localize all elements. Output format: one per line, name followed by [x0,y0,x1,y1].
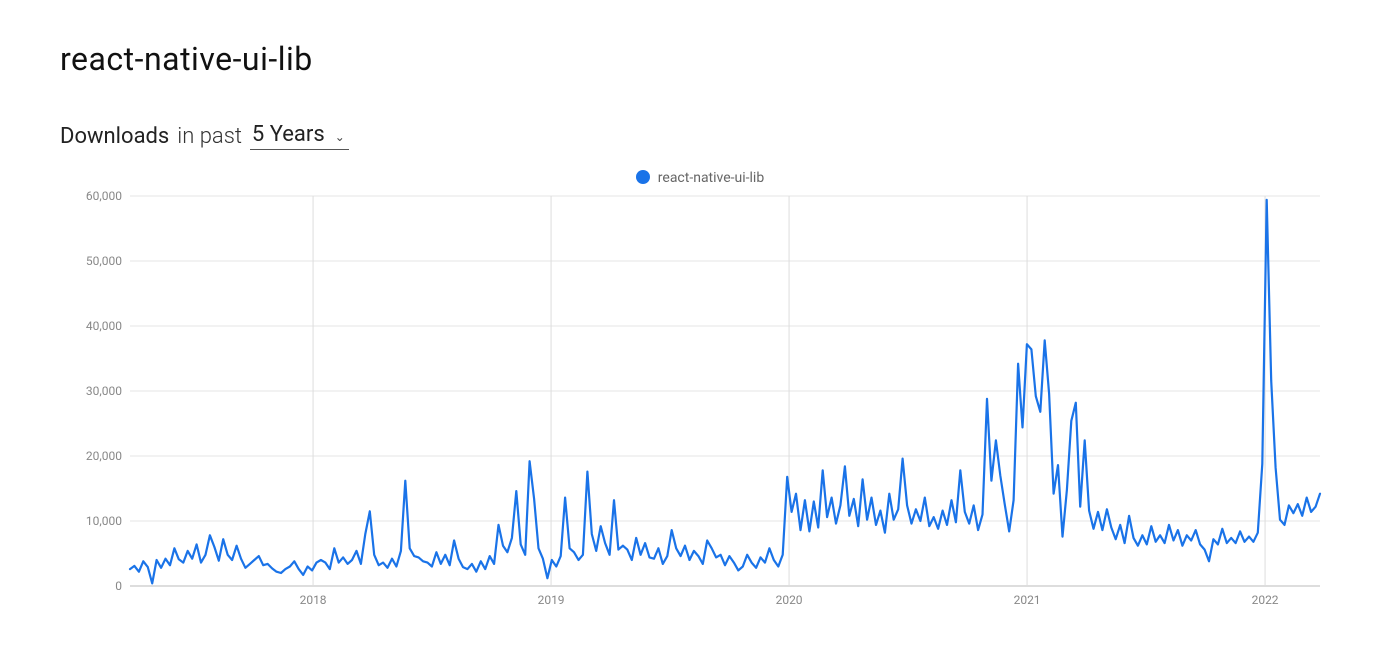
subtitle-prefix: Downloads [60,124,169,149]
svg-text:2018: 2018 [300,593,327,607]
svg-text:30,000: 30,000 [86,384,122,398]
chevron-down-icon: ⌄ [335,130,345,144]
legend-color-dot [636,170,650,184]
subtitle-row: Downloads in past 5 Years ⌄ [60,122,1340,150]
svg-text:50,000: 50,000 [86,254,122,268]
page-title: react-native-ui-lib [60,40,1340,78]
svg-text:10,000: 10,000 [86,514,122,528]
svg-text:20,000: 20,000 [86,449,122,463]
downloads-chart: 0 10,000 20,000 30,000 40,000 50,000 60,000 201… [60,186,1340,616]
time-range-select[interactable]: 5 Years ⌄ [250,122,349,150]
svg-text:2019: 2019 [538,593,565,607]
legend-label: react-native-ui-lib [658,170,764,186]
chart-svg: 0 10,000 20,000 30,000 40,000 50,000 60,000 201… [60,186,1340,616]
svg-text:2020: 2020 [776,593,803,607]
time-range-value: 5 Years [252,122,325,147]
subtitle-middle: in past [177,124,242,149]
svg-text:0: 0 [115,579,122,593]
svg-text:40,000: 40,000 [86,319,122,333]
svg-text:60,000: 60,000 [86,189,122,203]
svg-text:2021: 2021 [1014,593,1041,607]
svg-text:2022: 2022 [1252,593,1279,607]
chart-legend: react-native-ui-lib [60,170,1340,186]
